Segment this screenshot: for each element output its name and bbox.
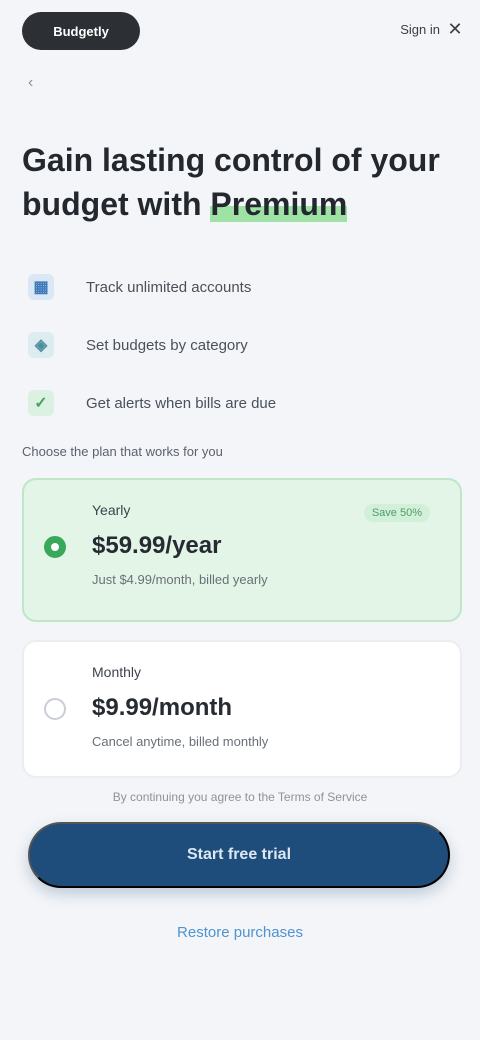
restore-purchases-link[interactable]: Restore purchases — [140, 924, 340, 941]
plan-name: Monthly — [92, 664, 142, 680]
plan-note: Cancel anytime, billed monthly — [92, 734, 269, 749]
start-trial-button[interactable]: Start free trial — [28, 822, 450, 888]
feature-text: Get alerts when bills are due — [86, 394, 277, 412]
terms-text: By continuing you agree to the Terms of … — [112, 790, 368, 804]
chart-icon: ▦ — [28, 274, 54, 300]
feature-item: ▦ Track unlimited accounts — [28, 258, 448, 316]
headline-highlight: Premium — [210, 186, 348, 222]
plan-note: Just $4.99/month, billed yearly — [92, 572, 268, 587]
radio-unselected-icon[interactable] — [44, 698, 66, 720]
feature-item: ◈ Set budgets by category — [28, 316, 448, 374]
feature-text: Set budgets by category — [86, 336, 248, 354]
headline-line-1: Gain lasting control of your — [22, 142, 440, 178]
sign-in-link[interactable]: Sign in — [400, 22, 440, 37]
plan-price: $59.99/year — [92, 532, 222, 559]
plans-label: Choose the plan that works for you — [22, 444, 223, 459]
headline-line-2: budget with — [22, 186, 202, 222]
plan-price: $9.99/month — [92, 694, 233, 721]
close-icon[interactable]: ✕ — [444, 18, 466, 40]
radio-selected-icon[interactable] — [44, 536, 66, 558]
feature-text: Track unlimited accounts — [86, 278, 252, 296]
chevron-left-icon[interactable]: ‹ — [28, 74, 33, 92]
top-bar: Budgetly Sign in ✕ — [0, 0, 480, 70]
plan-name: Yearly — [92, 502, 131, 518]
page-title: Gain lasting control of your budget with… — [22, 138, 442, 226]
feature-list: ▦ Track unlimited accounts ◈ Set budgets… — [28, 258, 448, 432]
plan-option-yearly[interactable]: Yearly Save 50% $59.99/year Just $4.99/m… — [22, 478, 462, 622]
brand-logo: Budgetly — [22, 12, 140, 50]
savings-badge: Save 50% — [363, 504, 430, 522]
feature-item: ✓ Get alerts when bills are due — [28, 374, 448, 432]
shield-icon: ◈ — [28, 332, 54, 358]
check-icon: ✓ — [28, 390, 54, 416]
plan-option-monthly[interactable]: Monthly $9.99/month Cancel anytime, bill… — [22, 640, 462, 778]
